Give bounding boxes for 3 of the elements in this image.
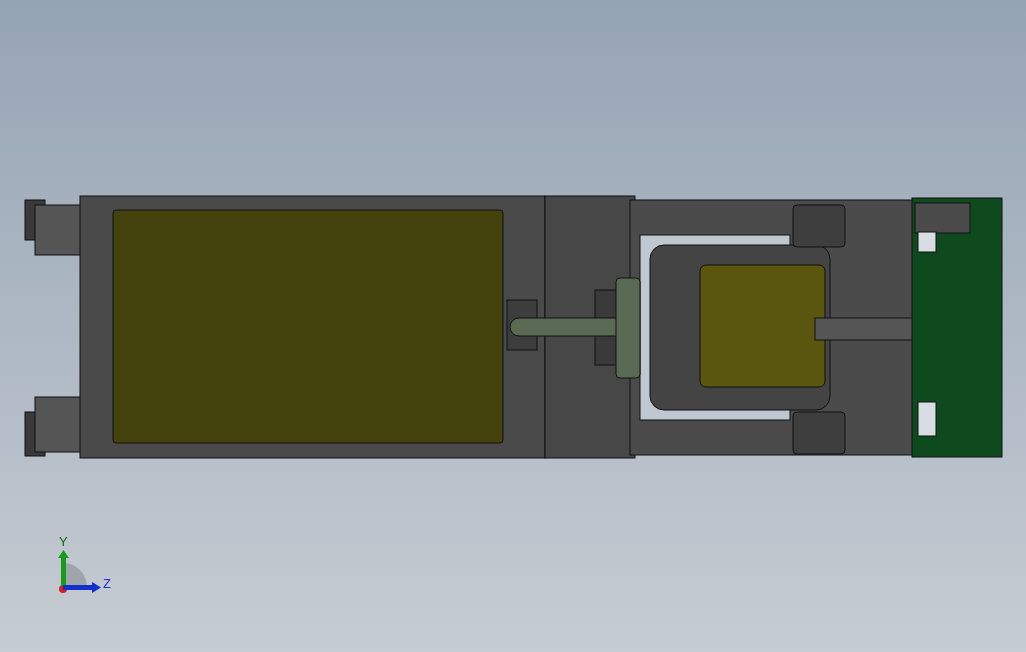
axis-triad-drawing <box>58 550 101 593</box>
axis-label: Z <box>103 576 111 591</box>
axis-label: Y <box>59 534 68 549</box>
